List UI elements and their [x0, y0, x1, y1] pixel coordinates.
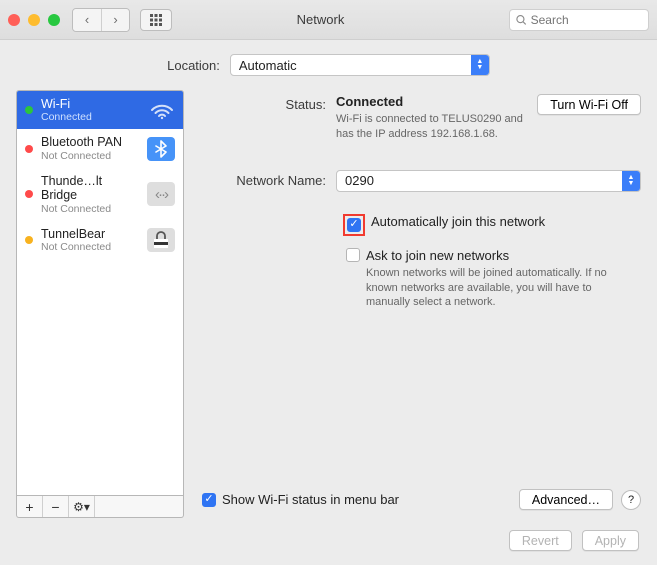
status-dot — [25, 236, 33, 244]
service-name: Bluetooth PAN — [41, 135, 139, 149]
service-name: Wi-Fi — [41, 97, 141, 111]
zoom-icon[interactable] — [48, 14, 60, 26]
forward-button[interactable]: › — [101, 9, 129, 31]
revert-button[interactable]: Revert — [509, 530, 572, 551]
show-status-menubar-label: Show Wi-Fi status in menu bar — [222, 492, 399, 507]
service-actions-button[interactable]: ⚙︎▾ — [69, 496, 95, 517]
show-status-menubar-checkbox[interactable] — [202, 493, 216, 507]
bluetooth-icon — [147, 137, 175, 161]
location-value: Automatic — [239, 58, 297, 73]
status-dot — [25, 145, 33, 153]
ask-join-label: Ask to join new networks — [366, 248, 616, 263]
location-row: Location: Automatic ▲▼ — [0, 40, 657, 90]
network-name-label: Network Name: — [198, 170, 336, 188]
nav-buttons: ‹ › — [72, 8, 130, 32]
search-field[interactable] — [509, 9, 649, 31]
search-icon — [516, 14, 527, 26]
add-service-button[interactable]: + — [17, 496, 43, 517]
sidebar-item-bluetooth[interactable]: Bluetooth PAN Not Connected — [17, 129, 183, 167]
chevron-updown-icon: ▲▼ — [622, 171, 640, 191]
location-select[interactable]: Automatic ▲▼ — [230, 54, 490, 76]
wifi-icon — [149, 100, 175, 120]
bottom-button-bar: Revert Apply — [0, 530, 657, 565]
service-name: Thunde…lt Bridge — [41, 174, 139, 203]
help-button[interactable]: ? — [621, 490, 641, 510]
service-status: Not Connected — [41, 203, 139, 215]
highlight-annotation — [343, 214, 365, 236]
minimize-icon[interactable] — [28, 14, 40, 26]
location-label: Location: — [167, 58, 220, 73]
sidebar-item-wifi[interactable]: Wi-Fi Connected — [17, 91, 183, 129]
status-value: Connected — [336, 94, 523, 109]
remove-service-button[interactable]: − — [43, 496, 69, 517]
search-input[interactable] — [531, 13, 642, 27]
titlebar: ‹ › Network — [0, 0, 657, 40]
back-button[interactable]: ‹ — [73, 9, 101, 31]
show-all-button[interactable] — [140, 9, 172, 31]
sidebar-footer: + − ⚙︎▾ — [16, 496, 184, 518]
ask-join-description: Known networks will be joined automatica… — [366, 266, 616, 311]
lock-icon — [147, 228, 175, 252]
turn-wifi-off-button[interactable]: Turn Wi-Fi Off — [537, 94, 641, 115]
service-name: TunnelBear — [41, 227, 139, 241]
auto-join-checkbox[interactable] — [347, 218, 361, 232]
detail-footer: Show Wi-Fi status in menu bar Advanced… … — [198, 489, 641, 510]
status-description: Wi-Fi is connected to TELUS0290 and has … — [336, 112, 523, 142]
status-dot — [25, 190, 33, 198]
window-title: Network — [172, 12, 509, 27]
close-icon[interactable] — [8, 14, 20, 26]
service-list[interactable]: Wi-Fi Connected Bluetooth PAN Not Connec… — [16, 90, 184, 496]
chevron-updown-icon: ▲▼ — [471, 55, 489, 75]
status-dot — [25, 106, 33, 114]
status-label: Status: — [198, 94, 336, 112]
network-name-value: 0290 — [345, 173, 374, 188]
service-status: Not Connected — [41, 150, 139, 162]
service-status: Connected — [41, 111, 141, 123]
sidebar-item-thunderbolt[interactable]: Thunde…lt Bridge Not Connected ‹··› — [17, 168, 183, 221]
traffic-lights — [8, 14, 60, 26]
ask-join-checkbox[interactable] — [346, 248, 360, 262]
sidebar-item-tunnelbear[interactable]: TunnelBear Not Connected — [17, 221, 183, 259]
main-content: Wi-Fi Connected Bluetooth PAN Not Connec… — [0, 90, 657, 530]
grid-icon — [149, 13, 163, 27]
service-sidebar: Wi-Fi Connected Bluetooth PAN Not Connec… — [16, 90, 184, 518]
detail-panel: Status: Connected Wi-Fi is connected to … — [198, 90, 641, 518]
advanced-button[interactable]: Advanced… — [519, 489, 613, 510]
apply-button[interactable]: Apply — [582, 530, 639, 551]
auto-join-label: Automatically join this network — [371, 214, 545, 229]
network-name-select[interactable]: 0290 ▲▼ — [336, 170, 641, 192]
thunderbolt-icon: ‹··› — [147, 182, 175, 206]
service-status: Not Connected — [41, 241, 139, 253]
